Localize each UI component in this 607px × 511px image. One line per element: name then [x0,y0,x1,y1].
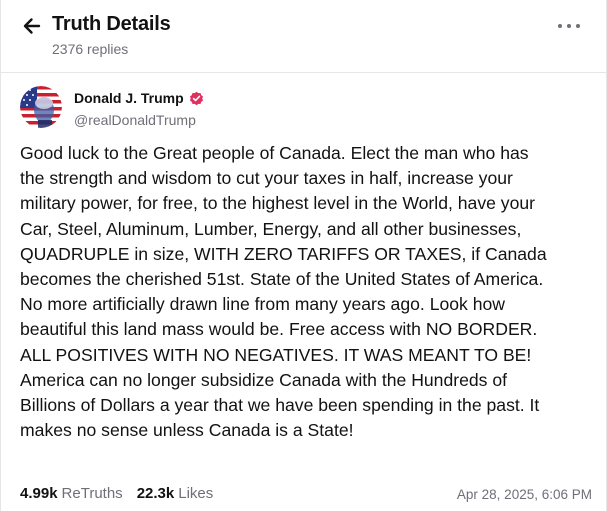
more-options-button[interactable] [558,19,580,33]
post-text-line: becomes the cherished 51st. State of the… [20,269,544,290]
page-title: Truth Details [52,13,171,35]
replies-count: 2376 replies [52,41,129,57]
avatar-image [20,86,62,128]
avatar[interactable] [20,86,62,128]
post-text-line: the strength and wisdom to cut your taxe… [20,168,513,189]
page-header: Truth Details 2376 replies [1,0,606,72]
post-text-line: Good luck to the Great people of Canada.… [20,143,529,163]
post-text-line: America can no longer subsidize Canada w… [20,369,508,390]
verified-badge-icon [190,91,203,106]
author-name[interactable]: Donald J. Trump [74,90,184,106]
post-text-line: No more artificially drawn line from man… [20,294,506,315]
header-divider [1,72,606,73]
likes-stat[interactable]: 22.3k Likes [137,485,214,502]
retruths-count: 4.99k [20,485,58,502]
more-horizontal-icon-dot [576,24,580,28]
post-text-line: military power, for free, to the highest… [20,193,536,214]
post-text-line: beautiful this land mass would be. Free … [20,319,538,340]
post-text-line: Car, Steel, Aluminum, Lumber, Energy, an… [20,218,522,239]
post-text-line: Billions of Dollars a year that we have … [20,395,540,416]
post-content: Good luck to the Great people of Canada.… [20,141,595,443]
post-text-line: makes no sense unless Canada is a State! [20,420,354,441]
retruths-stat[interactable]: 4.99k ReTruths [20,485,123,502]
likes-label: Likes [178,485,214,502]
back-button[interactable] [21,14,43,38]
author-handle[interactable]: @realDonaldTrump [74,112,196,128]
retruths-label: ReTruths [61,485,123,502]
post-text-line: ALL POSITIVES WITH NO NEGATIVES. IT WAS … [20,344,532,365]
truth-details-page: Truth Details 2376 replies Donald J. Tru… [0,0,607,511]
post-stats: 4.99k ReTruths 22.3k Likes [20,485,213,502]
arrow-left-icon [23,18,41,34]
more-horizontal-icon [558,24,562,28]
likes-count: 22.3k [136,485,175,502]
more-horizontal-icon-dot [567,24,571,28]
post-text-line: QUADRUPLE in size, WITH ZERO TARIFFS OR … [20,243,547,264]
post-timestamp: Apr 28, 2025, 6:06 PM [456,487,592,502]
